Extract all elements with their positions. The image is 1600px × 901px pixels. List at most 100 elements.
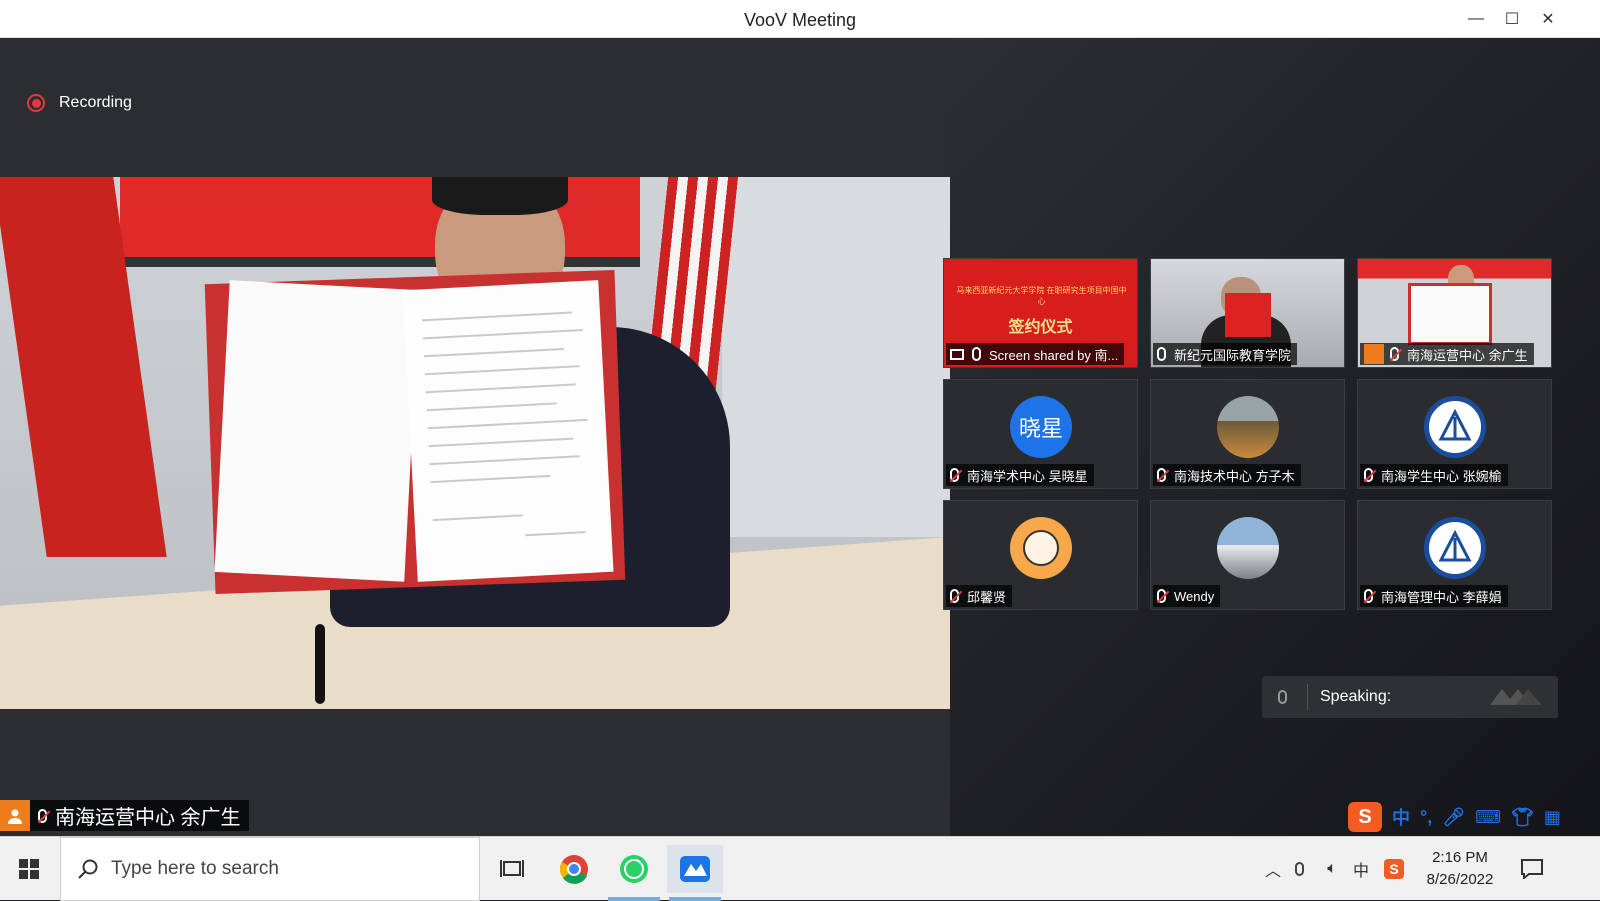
ime-skin-icon[interactable]: 👕︎ <box>1511 807 1534 828</box>
participant-tile[interactable]: 新纪元国际教育学院 <box>1150 258 1345 368</box>
recording-indicator[interactable]: Recording <box>27 94 132 112</box>
participant-label: 南海管理中心 李薛娟 <box>1360 585 1508 607</box>
participant-name: 南海技术中心 方子木 <box>1174 468 1295 484</box>
whatsapp-button[interactable] <box>606 845 662 893</box>
cartoon-face-icon <box>1023 530 1059 566</box>
input-indicator[interactable]: 中 <box>1348 837 1374 901</box>
slide-title: 签约仪式 <box>1008 319 1073 336</box>
avatar: 晓星 <box>1010 396 1072 458</box>
participant-name: 新纪元国际教育学院 <box>1174 347 1292 363</box>
notifications-icon[interactable] <box>1512 837 1552 901</box>
close-button[interactable]: ✕ <box>1530 6 1566 32</box>
university-logo-icon <box>1438 409 1472 441</box>
mic-muted-icon <box>950 468 959 482</box>
document-page-right <box>402 280 614 582</box>
avatar <box>1010 517 1072 579</box>
participant-tile[interactable]: 马来西亚新纪元大学学院 在职研究生项目中国中心 签约仪式 Screen shar… <box>943 258 1138 368</box>
avatar <box>1217 517 1279 579</box>
windows-icon <box>19 859 39 879</box>
voov-logo-icon <box>1490 689 1542 705</box>
participant-tile[interactable]: 南海运营中心 余广生 <box>1357 258 1552 368</box>
speaking-label: Speaking: <box>1320 688 1392 705</box>
participant-label: 南海学术中心 吴晓星 <box>946 464 1094 486</box>
main-stage: Recording <box>0 38 950 848</box>
voov-button[interactable] <box>667 845 723 893</box>
participant-label: 南海技术中心 方子木 <box>1153 464 1301 486</box>
ime-keyboard-icon[interactable]: ⌨ <box>1475 807 1501 828</box>
participant-tile[interactable]: 邱馨贤 <box>943 500 1138 610</box>
participant-name: 南海学术中心 吴晓星 <box>967 468 1088 484</box>
search-icon <box>78 859 98 879</box>
participant-label: 新纪元国际教育学院 <box>1153 343 1298 365</box>
clock-date: 8/26/2022 <box>1426 871 1494 888</box>
pen <box>315 624 325 704</box>
certificate <box>1225 293 1271 337</box>
avatar <box>1424 517 1486 579</box>
chrome-icon <box>559 855 588 884</box>
speaker-hair <box>432 177 568 215</box>
ime-mode[interactable]: 中 <box>1392 804 1410 830</box>
mic-icon <box>1157 347 1166 361</box>
maximize-button[interactable]: ☐ <box>1494 6 1530 32</box>
clock-time: 2:16 PM <box>1432 849 1488 866</box>
clock[interactable]: 2:16 PM 8/26/2022 <box>1410 837 1510 901</box>
recording-label: Recording <box>59 94 132 111</box>
mic-muted-icon <box>38 808 47 823</box>
main-speaker-label: 南海运营中心 余广生 <box>0 800 249 831</box>
title-bar: VooV Meeting — ☐ ✕ <box>0 0 1600 38</box>
sogou-icon[interactable]: S <box>1348 802 1382 832</box>
task-view-icon <box>500 860 524 877</box>
mic-muted-icon <box>1364 468 1373 482</box>
mic-icon <box>972 347 981 361</box>
university-logo-icon <box>1438 530 1472 562</box>
mic-muted-icon <box>1157 468 1166 482</box>
main-video[interactable] <box>0 177 950 709</box>
user-icon <box>1364 344 1384 364</box>
taskbar: Type here to search ︿ 🔈︎ 中 S 2:16 PM 8/2… <box>0 836 1600 901</box>
speaking-indicator: Speaking: <box>1262 676 1558 718</box>
participant-name: 南海学生中心 张婉榆 <box>1381 468 1502 484</box>
ime-tools-icon[interactable]: ▦ <box>1544 807 1561 828</box>
avatar <box>1424 396 1486 458</box>
participant-tile[interactable]: 南海管理中心 李薛娟 <box>1357 500 1552 610</box>
window-title: VooV Meeting <box>743 10 857 30</box>
wall-panel <box>720 177 950 537</box>
participant-name: Wendy <box>1174 588 1215 604</box>
whatsapp-icon <box>620 855 648 883</box>
mic-muted-icon <box>950 589 959 603</box>
volume-icon[interactable]: 🔈︎ <box>1318 837 1346 901</box>
sogou-tray-icon[interactable]: S <box>1380 837 1408 901</box>
participant-tile[interactable]: 晓星 南海学术中心 吴晓星 <box>943 379 1138 489</box>
participant-tile[interactable]: 南海学生中心 张婉榆 <box>1357 379 1552 489</box>
participant-tile[interactable]: 南海技术中心 方子木 <box>1150 379 1345 489</box>
participant-label: Screen shared by 南... <box>946 343 1125 365</box>
chrome-button[interactable] <box>546 845 602 893</box>
ime-toolbar[interactable]: S 中 °, 🎤︎ ⌨ 👕︎ ▦ <box>1348 800 1568 834</box>
microphone-tray-icon[interactable] <box>1290 837 1316 901</box>
search-placeholder: Type here to search <box>111 858 279 879</box>
minimize-button[interactable]: — <box>1458 6 1494 32</box>
taskbar-search[interactable]: Type here to search <box>60 837 480 901</box>
main-speaker-name: 南海运营中心 余广生 <box>55 807 241 829</box>
document-page-left <box>214 280 420 582</box>
screen-share-icon <box>950 348 964 360</box>
participant-tile[interactable]: Wendy <box>1150 500 1345 610</box>
participant-name: Screen shared by 南... <box>989 347 1119 363</box>
participant-name: 邱馨贤 <box>967 589 1007 605</box>
participant-label: Wendy <box>1153 585 1221 607</box>
ime-voice-icon[interactable]: 🎤︎ <box>1442 807 1465 828</box>
document <box>1408 283 1492 345</box>
start-button[interactable] <box>0 837 58 901</box>
mic-icon <box>1278 690 1287 704</box>
slide-subtitle: 马来西亚新纪元大学学院 在职研究生项目中国中心 <box>956 286 1127 306</box>
avatar <box>1217 396 1279 458</box>
recording-icon <box>27 94 45 112</box>
participant-gallery: 马来西亚新纪元大学学院 在职研究生项目中国中心 签约仪式 Screen shar… <box>943 38 1600 848</box>
participant-label: 南海运营中心 余广生 <box>1360 343 1534 365</box>
mic-muted-icon <box>1364 589 1373 603</box>
participant-name: 南海运营中心 余广生 <box>1407 347 1528 363</box>
ime-punctuation[interactable]: °, <box>1420 807 1432 828</box>
mic-muted-icon <box>1157 589 1166 603</box>
task-view-button[interactable] <box>484 845 540 893</box>
show-hidden-icons[interactable]: ︿ <box>1260 837 1286 901</box>
